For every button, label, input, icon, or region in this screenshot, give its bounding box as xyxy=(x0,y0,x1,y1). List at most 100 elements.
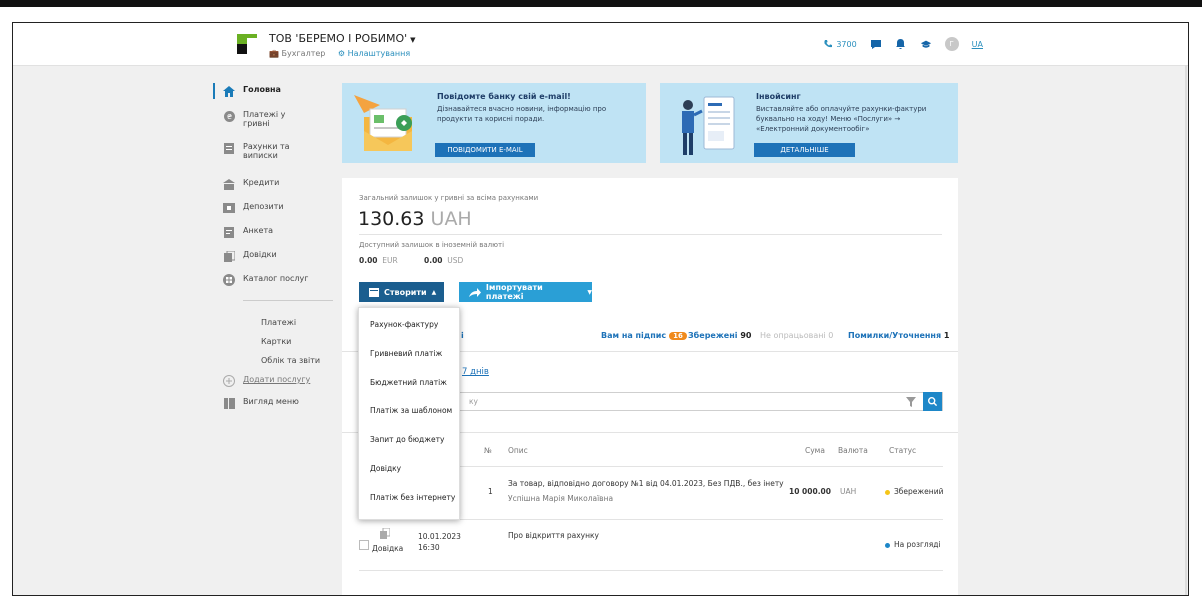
wallet-icon xyxy=(369,287,379,297)
header-actions: 3700 Г UA xyxy=(823,37,983,51)
menu-item-uah-payment[interactable]: Гривневий платіж xyxy=(370,349,442,358)
col-header-sum: Сума xyxy=(805,446,825,455)
header: ТОВ 'БЕРЕМО І РОБИМО' ▼ 💼 Бухгалтер ⚙ Нал… xyxy=(13,23,1188,66)
eur-amount: 0.00 xyxy=(359,256,378,265)
row-checkbox[interactable] xyxy=(359,540,369,550)
certificate-icon xyxy=(380,528,390,539)
chat-icon[interactable] xyxy=(870,38,882,50)
invoicing-banner: Інвойсинг Виставляйте або оплачуйте раху… xyxy=(660,83,958,163)
menu-item-template-payment[interactable]: Платіж за шаблоном xyxy=(370,406,452,415)
email-banner-title: Повідомте банку свій e-mail! xyxy=(437,92,571,101)
eur-balance: 0.00 EUR xyxy=(359,256,398,265)
share-arrow-icon xyxy=(469,287,481,297)
tab-count: 1 xyxy=(943,331,950,340)
caret-up-icon: ▲ xyxy=(431,288,437,296)
tab-errors[interactable]: Помилки/Уточнення 1 xyxy=(848,331,949,340)
sidebar-item-label: Каталог послуг xyxy=(243,274,309,283)
row-date: 10.01.2023 xyxy=(418,532,461,541)
bell-icon[interactable] xyxy=(895,38,907,50)
sidebar-item-label: Платежі у гривні xyxy=(243,110,286,128)
sidebar-item-credits[interactable]: Кредити xyxy=(223,178,279,190)
menu-item-offline-payment[interactable]: Платіж без інтернету xyxy=(370,493,455,502)
details-button[interactable]: ДЕТАЛЬНІШЕ xyxy=(754,143,855,157)
hryvnia-icon: ₴ xyxy=(223,110,235,122)
count-badge: 16 xyxy=(669,332,687,340)
tab-partial[interactable]: і xyxy=(461,331,464,340)
sidebar-item-deposits[interactable]: Депозити xyxy=(223,202,284,214)
divider xyxy=(359,234,942,235)
sidebar-item-payments-uah[interactable]: ₴ Платежі у гривні xyxy=(223,110,303,128)
layout-icon xyxy=(223,397,235,409)
deposit-icon xyxy=(223,202,235,214)
row-time: 16:30 xyxy=(418,543,440,552)
add-service-label: Додати послугу xyxy=(243,375,311,384)
col-header-currency: Валюта xyxy=(838,446,868,455)
graduation-cap-icon[interactable] xyxy=(920,38,932,50)
eur-label: EUR xyxy=(382,256,398,265)
menu-view-toggle[interactable]: Вигляд меню xyxy=(223,397,299,409)
bank-logo[interactable] xyxy=(237,34,257,54)
company-name: ТОВ 'БЕРЕМО І РОБИМО' xyxy=(269,32,408,45)
briefcase-icon: 💼 xyxy=(269,49,279,58)
user-role: Бухгалтер xyxy=(281,49,326,58)
usd-balance: 0.00 USD xyxy=(424,256,463,265)
tab-label: Помилки/Уточнення xyxy=(848,331,942,340)
email-banner-text: Дізнавайтеся вчасно новини, інформацію п… xyxy=(437,105,607,123)
period-filter[interactable]: 7 днів xyxy=(462,367,489,377)
invoicing-illustration xyxy=(682,96,735,155)
scrollbar[interactable] xyxy=(1185,65,1187,595)
balance-amount: 130.63 xyxy=(358,208,425,230)
settings-link[interactable]: ⚙ Налаштування xyxy=(338,49,410,58)
add-service-link[interactable]: Додати послугу xyxy=(223,375,310,387)
phone-link[interactable]: 3700 xyxy=(823,39,857,49)
col-header-desc: Опис xyxy=(508,446,528,455)
statement-icon xyxy=(223,142,235,154)
menu-item-invoice[interactable]: Рахунок-фактуру xyxy=(370,320,438,329)
sidebar-sub-payments[interactable]: Платежі xyxy=(223,318,296,327)
tab-label: Вам на підпис xyxy=(601,331,667,340)
active-indicator xyxy=(213,83,215,99)
phone-number: 3700 xyxy=(836,39,857,49)
company-selector[interactable]: ТОВ 'БЕРЕМО І РОБИМО' ▼ xyxy=(269,32,416,45)
import-label: Імпортувати платежі xyxy=(485,283,543,301)
create-dropdown-menu: Рахунок-фактуру Гривневий платіж Бюджетн… xyxy=(358,307,460,520)
sidebar-item-certificates[interactable]: Довідки xyxy=(223,250,277,262)
menu-item-certificate[interactable]: Довідку xyxy=(370,464,401,473)
sidebar-item-catalog[interactable]: Каталог послуг xyxy=(223,274,308,286)
sidebar-sub-cards[interactable]: Картки xyxy=(223,337,291,346)
sidebar-item-accounts[interactable]: Рахунки та виписки xyxy=(223,142,303,160)
row-currency: UAH xyxy=(840,487,857,496)
notify-email-button[interactable]: ПОВІДОМИТИ E-MAIL xyxy=(435,143,535,157)
import-payments-button[interactable]: Імпортувати платежі ▼ xyxy=(459,282,592,302)
status-text: Збережений xyxy=(894,487,944,496)
catalog-icon xyxy=(223,274,235,286)
gear-icon: ⚙ xyxy=(337,49,346,58)
sidebar-item-home[interactable]: Головна xyxy=(213,83,281,99)
tab-label: Збережені xyxy=(688,331,738,340)
search-input[interactable]: ку xyxy=(469,397,478,406)
status-text: На розгляді xyxy=(894,540,941,549)
menu-view-label: Вигляд меню xyxy=(243,397,299,406)
row-desc: За товар, відповідно договору №1 від 04.… xyxy=(508,479,784,488)
filter-icon[interactable] xyxy=(906,397,916,410)
total-balance-label: Загальний залишок у гривні за всіма раху… xyxy=(359,194,539,202)
tab-count: 90 xyxy=(740,331,752,340)
tab-to-sign[interactable]: Вам на підпис 16 xyxy=(601,331,687,340)
sidebar-divider xyxy=(243,300,333,301)
usd-amount: 0.00 xyxy=(424,256,443,265)
sidebar-item-form[interactable]: Анкета xyxy=(223,226,273,238)
status-badge: На розгляді xyxy=(885,540,940,549)
caret-down-icon: ▼ xyxy=(587,288,592,296)
create-button[interactable]: Створити ▲ xyxy=(359,282,444,302)
invoicing-banner-title: Інвойсинг xyxy=(756,92,801,101)
tab-saved[interactable]: Збережені 90 xyxy=(688,331,751,340)
menu-item-budget-payment[interactable]: Бюджетний платіж xyxy=(370,378,447,387)
language-switch[interactable]: UA xyxy=(972,40,983,49)
tab-unprocessed[interactable]: Не опрацьовані 0 xyxy=(760,331,833,340)
user-avatar[interactable]: Г xyxy=(944,37,959,51)
row-type: Довідка xyxy=(372,544,404,553)
menu-item-budget-request[interactable]: Запит до бюджету xyxy=(370,435,444,444)
search-button[interactable] xyxy=(923,392,942,411)
create-label: Створити xyxy=(384,287,427,297)
sidebar-sub-reports[interactable]: Облік та звіти xyxy=(223,356,320,365)
